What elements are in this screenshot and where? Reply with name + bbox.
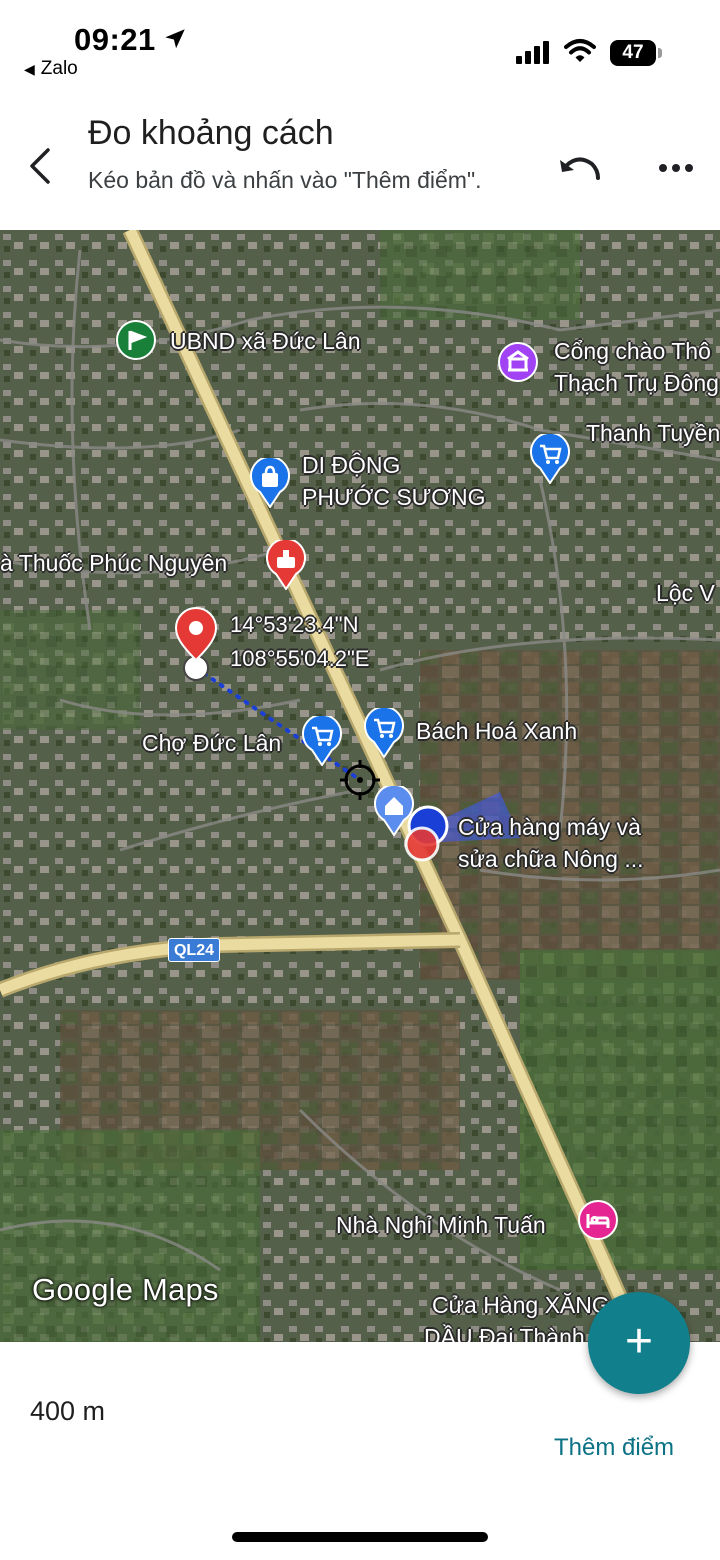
place-label-ubnd[interactable]: UBND xã Đức Lân [170,326,361,356]
landmark-pin-icon[interactable] [498,342,538,392]
place-label-cho-duc-lan[interactable]: Chợ Đức Lân [142,728,281,758]
place-label-cong-chao-1[interactable]: Cổng chào Thô [554,336,711,366]
place-label-nha-nghi[interactable]: Nhà Nghỉ Minh Tuấn [336,1210,546,1240]
wifi-icon [564,39,596,62]
place-label-di-dong-2[interactable]: PHƯỚC SƯƠNG [302,482,486,512]
place-label-cua-hang-2[interactable]: sửa chữa Nông ... [458,844,644,874]
undo-icon[interactable] [556,150,604,186]
signal-icon [516,40,552,64]
road-shield-ql24: QL24 [168,938,220,962]
back-arrow-icon[interactable] [24,144,60,188]
home-pin-icon[interactable] [374,786,414,836]
cart-pin-icon[interactable] [302,716,342,766]
status-bar: 09:21 ◀ Zalo 47 [0,0,720,92]
back-triangle-icon: ◀ [24,61,35,77]
more-horiz-icon[interactable] [656,150,696,186]
place-label-cua-hang-1[interactable]: Cửa hàng máy và [458,812,641,842]
place-label-loc-v[interactable]: Lộc V [656,578,715,608]
status-time: 09:21 [74,22,156,57]
place-label-di-dong-1[interactable]: DI ĐỘNG [302,450,400,480]
flag-pin-icon[interactable] [116,320,156,370]
page-title: Đo khoảng cách [88,114,334,152]
battery-icon: 47 [610,40,656,66]
coordinate-lat: 14°53'23.4"N [230,612,359,637]
cart-pin-icon[interactable] [530,434,570,484]
location-arrow-icon [165,29,185,49]
back-app-label: Zalo [40,58,78,79]
hotel-pin-icon[interactable] [578,1200,618,1250]
place-label-xang-2[interactable]: DẦU Đại Thành [424,1322,585,1342]
place-label-cong-chao-2[interactable]: Thạch Trụ Đông [554,368,719,398]
app-header: Đo khoảng cách Kéo bản đồ và nhấn vào "T… [0,92,720,230]
page-subtitle: Kéo bản đồ và nhấn vào "Thêm điểm". [88,167,482,193]
back-to-app-link[interactable]: ◀ Zalo [24,58,78,80]
plus-icon: + [624,1315,654,1368]
battery-tip [658,48,662,58]
place-label-thuoc[interactable]: à Thuốc Phúc Nguyên [0,548,227,578]
place-label-bach-hoa-xanh[interactable]: Bách Hoá Xanh [416,716,577,746]
place-label-xang-1[interactable]: Cửa Hàng XĂNG [432,1290,610,1320]
cart-pin-icon[interactable] [364,708,404,758]
distance-value: 400 m [30,1396,106,1426]
map-view[interactable]: UBND xã Đức Lân Cổng chào Thô Thạch Trụ … [0,230,720,1342]
place-label-thanh-tuyen[interactable]: Thanh Tuyền [586,418,720,448]
shopping-bag-pin-icon[interactable] [250,458,290,508]
coordinate-lng: 108°55'04.2"E [230,646,370,671]
google-maps-logo: Google Maps [32,1272,219,1307]
add-point-button[interactable]: Thêm điểm [554,1434,674,1462]
add-point-fab[interactable]: + [588,1292,690,1394]
pharmacy-pin-icon[interactable] [266,540,306,590]
home-indicator[interactable] [232,1532,488,1542]
